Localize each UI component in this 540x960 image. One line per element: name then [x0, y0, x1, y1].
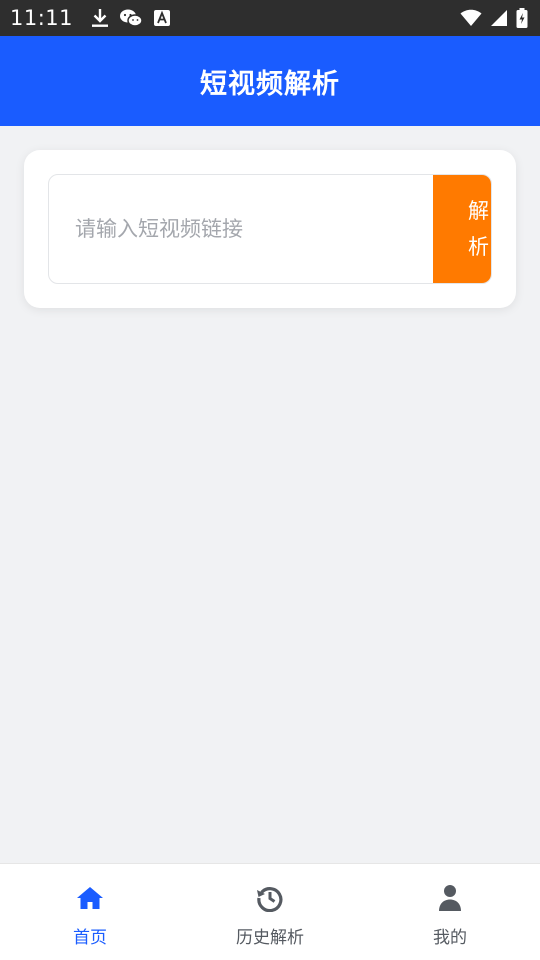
history-icon	[255, 883, 285, 913]
status-bar: 11:11	[0, 0, 540, 36]
page-title: 短视频解析	[200, 68, 340, 100]
user-icon	[435, 883, 465, 913]
bottom-nav: 首页 历史解析 我的	[0, 863, 540, 960]
search-box: 解析	[48, 174, 492, 284]
nav-item-profile[interactable]: 我的	[360, 864, 540, 960]
download-icon	[91, 8, 109, 28]
text-a-icon	[153, 9, 171, 27]
search-card: 解析	[24, 150, 516, 308]
parse-button[interactable]: 解析	[433, 175, 491, 283]
nav-label-history: 历史解析	[236, 928, 304, 948]
nav-label-home: 首页	[73, 928, 107, 948]
home-icon	[75, 883, 105, 913]
cellular-signal-icon	[490, 9, 508, 27]
video-link-input[interactable]	[49, 175, 433, 283]
wechat-icon	[119, 8, 143, 28]
wifi-icon	[460, 9, 482, 27]
parse-button-label: 解析	[468, 199, 489, 259]
nav-label-profile: 我的	[433, 928, 467, 948]
status-notification-icons	[91, 8, 171, 28]
status-time: 11:11	[10, 6, 74, 30]
battery-charging-icon	[516, 8, 528, 28]
status-system-icons	[460, 8, 528, 28]
nav-item-history[interactable]: 历史解析	[180, 864, 360, 960]
nav-item-home[interactable]: 首页	[0, 864, 180, 960]
app-header: 短视频解析	[0, 36, 540, 126]
